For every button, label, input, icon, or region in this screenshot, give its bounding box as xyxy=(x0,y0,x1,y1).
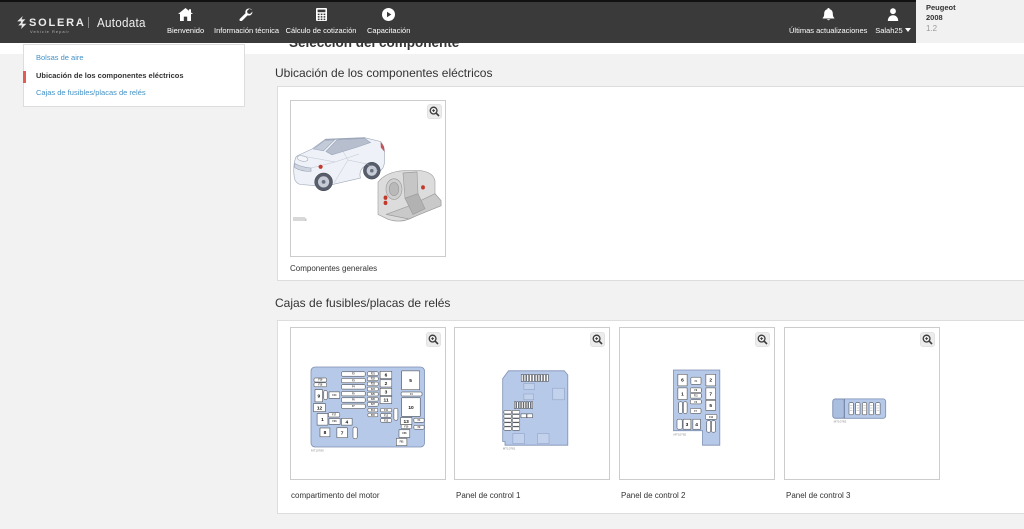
svg-text:MT10782: MT10782 xyxy=(674,433,687,437)
svg-text:MT10780: MT10780 xyxy=(311,449,324,453)
svg-text:F27: F27 xyxy=(371,404,376,406)
svg-text:13: 13 xyxy=(404,419,410,425)
svg-text:F21: F21 xyxy=(371,374,376,376)
svg-text:9: 9 xyxy=(317,394,320,400)
svg-text:2: 2 xyxy=(385,381,388,387)
svg-text:1: 1 xyxy=(681,391,684,397)
svg-text:5: 5 xyxy=(409,378,412,384)
svg-text:F26: F26 xyxy=(371,399,376,401)
svg-text:5: 5 xyxy=(709,403,712,409)
svg-text:F23: F23 xyxy=(371,384,376,386)
svg-text:7: 7 xyxy=(341,431,344,437)
svg-text:4: 4 xyxy=(345,420,348,426)
svg-text:6: 6 xyxy=(681,378,684,384)
svg-text:MT10783: MT10783 xyxy=(834,420,847,424)
svg-text:F19: F19 xyxy=(318,380,323,382)
svg-text:F22: F22 xyxy=(371,379,376,381)
svg-text:F14: F14 xyxy=(371,409,376,412)
svg-text:8: 8 xyxy=(324,430,327,436)
svg-text:3: 3 xyxy=(385,390,388,396)
svg-text:MT10781: MT10781 xyxy=(503,447,516,451)
svg-text:6: 6 xyxy=(385,373,388,379)
svg-text:12: 12 xyxy=(317,405,323,411)
svg-text:F10: F10 xyxy=(404,427,409,429)
svg-text:11: 11 xyxy=(383,398,388,404)
svg-text:4: 4 xyxy=(695,422,698,428)
svg-text:F15: F15 xyxy=(371,415,376,417)
svg-text:F18: F18 xyxy=(318,385,323,387)
svg-text:F24: F24 xyxy=(371,388,376,391)
svg-text:3: 3 xyxy=(686,422,689,428)
svg-text:1: 1 xyxy=(321,417,324,423)
svg-text:2: 2 xyxy=(709,378,712,384)
svg-text:F25: F25 xyxy=(371,394,376,396)
svg-text:7: 7 xyxy=(709,391,712,397)
svg-text:10: 10 xyxy=(408,405,414,411)
